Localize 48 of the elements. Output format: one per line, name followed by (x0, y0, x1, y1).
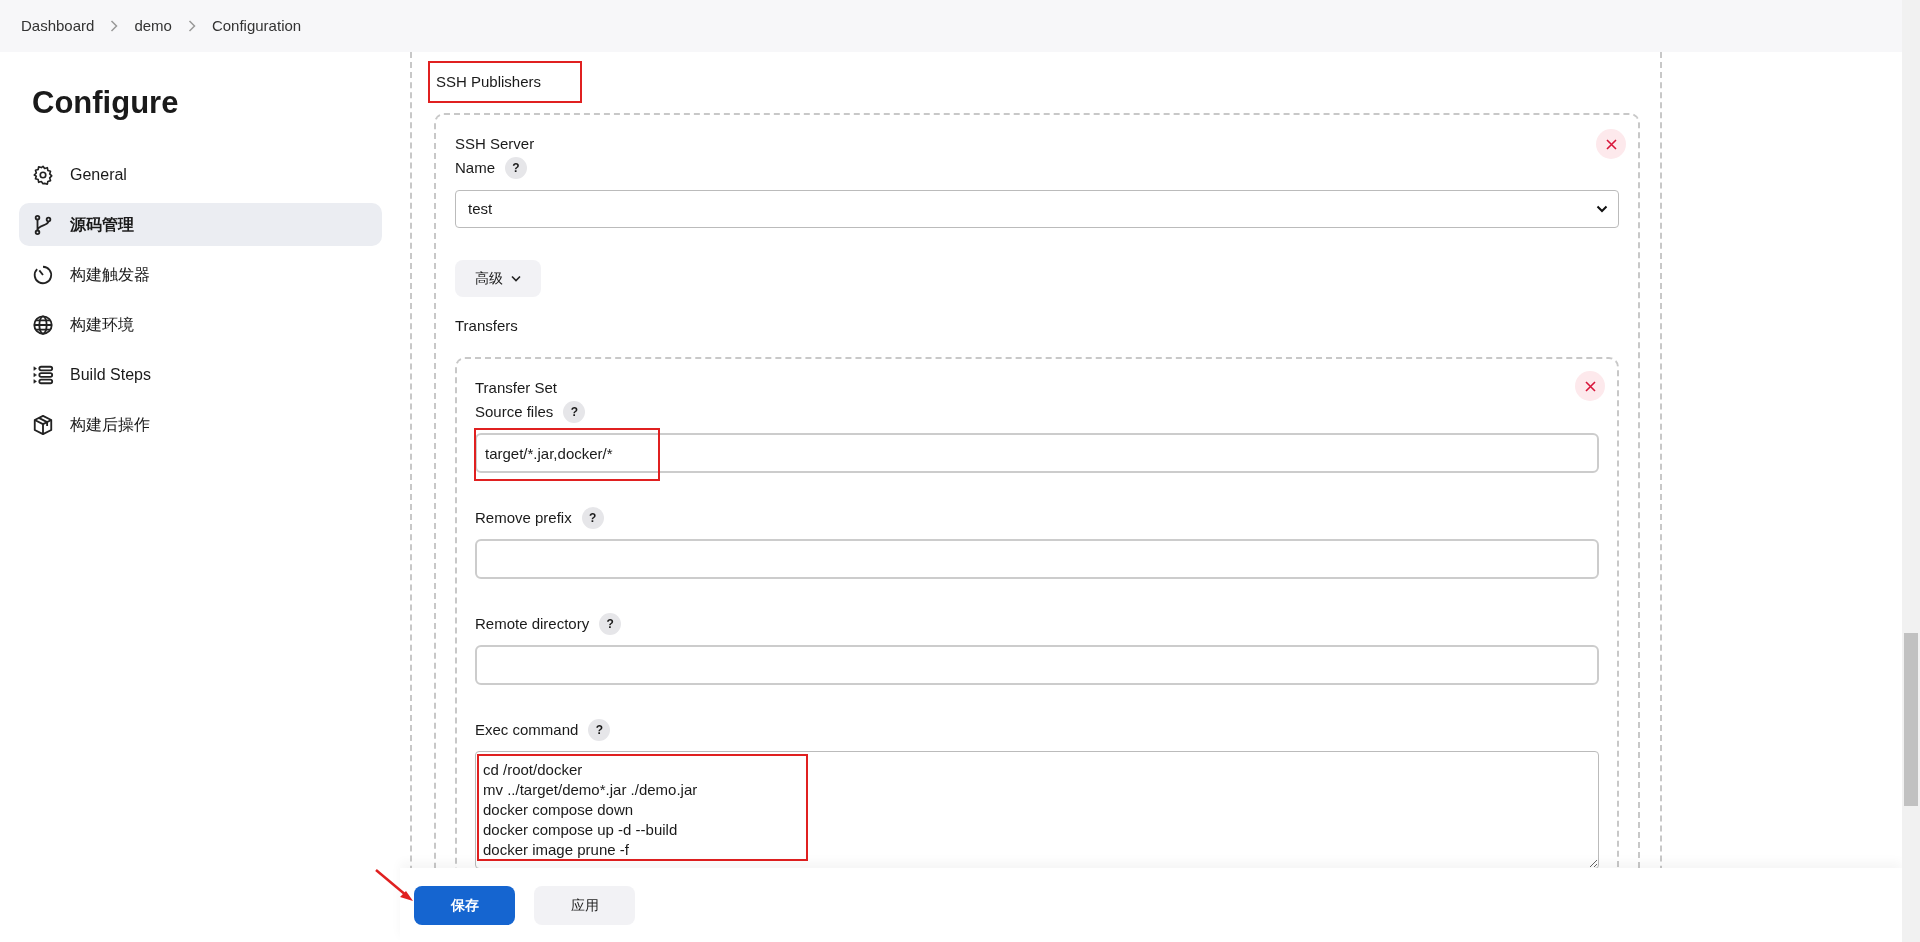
field-label: Exec command (475, 719, 579, 740)
timer-icon (32, 263, 54, 286)
close-button[interactable] (1596, 129, 1626, 159)
gear-icon (32, 163, 54, 186)
input-field[interactable]: target/*.jar,docker/* (475, 433, 1599, 473)
sidebar-item[interactable]: Build Steps (19, 353, 382, 396)
help-icon[interactable]: ? (599, 613, 622, 635)
sidebar-item[interactable]: 构建触发器 (19, 253, 382, 296)
advanced-button[interactable]: 高级 (455, 260, 541, 297)
help-icon[interactable]: ? (588, 719, 611, 741)
sidebar-item[interactable]: General (19, 153, 382, 196)
field-label: Remove prefix (475, 507, 572, 528)
apply-button[interactable]: 应用 (534, 885, 635, 925)
panel-heading: SSH Server (455, 134, 535, 154)
input-field[interactable] (475, 645, 1599, 685)
input-field[interactable] (475, 539, 1599, 579)
command-textarea[interactable]: cd /root/docker mv ../target/demo*.jar ./demo.jar docker compose down docker compose up -d --build docker image prune -f (475, 751, 1599, 869)
close-icon (1605, 138, 1617, 150)
breadcrumb-link[interactable]: Dashboard (21, 14, 95, 38)
server-select[interactable]: test (455, 190, 1619, 228)
sidebar-item[interactable]: 源码管理 (19, 203, 382, 246)
branch-icon (32, 213, 54, 236)
list-icon (32, 363, 54, 386)
breadcrumb-link[interactable]: Configuration (211, 14, 302, 38)
panel-heading: Transfer Set (475, 378, 557, 398)
sidebar-item[interactable]: 构建环境 (19, 303, 382, 346)
chevron-down-icon (511, 275, 521, 282)
chevron-icon (110, 20, 119, 32)
help-icon[interactable]: ? (505, 157, 527, 179)
sidebar-item[interactable]: 构建后操作 (19, 403, 382, 446)
field-label: Source files (475, 401, 554, 422)
chevron-icon (187, 20, 196, 32)
breadcrumb-link[interactable]: demo (134, 14, 172, 38)
scrollbar[interactable] (1902, 0, 1920, 942)
field-label: Remote directory (475, 613, 590, 634)
save-button[interactable]: 保存 (414, 885, 515, 925)
help-icon[interactable]: ? (581, 507, 604, 529)
section-title: SSH Publishers (428, 61, 582, 103)
transfers-label: Transfers (455, 316, 518, 336)
field-label: Name (455, 157, 495, 178)
close-icon (1584, 380, 1596, 392)
globe-icon (32, 313, 54, 336)
close-button[interactable] (1575, 371, 1605, 401)
scrollbar-thumb[interactable] (1904, 633, 1918, 806)
page-title: Configure (32, 84, 179, 122)
chevron-down-icon (1596, 205, 1608, 213)
package-icon (32, 413, 54, 436)
help-icon[interactable]: ? (563, 401, 586, 423)
